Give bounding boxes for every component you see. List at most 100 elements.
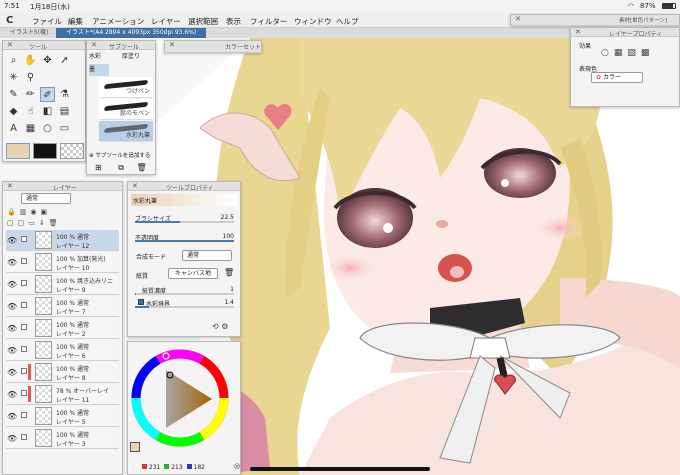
subtool-group-ink[interactable]: 墨 <box>89 64 109 76</box>
app-logo-icon[interactable]: C <box>6 15 13 26</box>
border-effect-icon[interactable]: ○ <box>601 48 614 58</box>
tone-effect-icon[interactable]: ▦ <box>614 48 628 58</box>
texture-effect-icon[interactable]: ▩ <box>641 48 655 58</box>
frame-icon[interactable]: ▦ <box>23 121 38 136</box>
new-vector-icon[interactable]: ▢ <box>18 219 29 227</box>
watercolor-edge-slider[interactable] <box>135 306 234 308</box>
menu-selection[interactable]: 選択範囲 <box>188 16 218 27</box>
menu-edit[interactable]: 編集 <box>68 16 83 27</box>
subtool-tab-watercolor[interactable]: 水彩 <box>89 51 121 63</box>
visibility-eye-icon[interactable]: 👁 <box>7 368 17 377</box>
operation-icon[interactable]: ➚ <box>57 53 72 68</box>
layer-lock-checkbox[interactable] <box>21 368 27 374</box>
delete-subtool-icon[interactable]: 🗑 <box>137 163 147 172</box>
reset-icon[interactable]: ⟲ <box>212 322 219 331</box>
new-layer-icon[interactable]: ▢ <box>7 219 18 227</box>
paper-texture-button[interactable]: キャンバス地 <box>168 268 218 279</box>
text-icon[interactable]: A <box>6 121 21 136</box>
move-icon[interactable]: ✥ <box>40 53 55 68</box>
gradient-icon[interactable]: ▤ <box>57 104 72 119</box>
visibility-eye-icon[interactable]: 👁 <box>7 280 17 289</box>
sub-color-swatch[interactable] <box>33 143 57 159</box>
display-color-select[interactable]: ✿ カラー <box>591 72 643 83</box>
layer-row[interactable]: 👁 100 % 通常 レイヤー 5 <box>6 406 119 427</box>
palette-icon[interactable]: ◎ <box>234 462 240 470</box>
visibility-eye-icon[interactable]: 👁 <box>7 390 17 399</box>
layer-row[interactable]: 👁 100 % 加算(発光) レイヤー 10 <box>6 252 119 273</box>
merge-icon[interactable]: ⇓ <box>39 219 49 227</box>
menu-window[interactable]: ウィンドウ <box>294 16 332 27</box>
layer-lock-checkbox[interactable] <box>21 346 27 352</box>
color-wheel[interactable] <box>128 342 242 454</box>
folder-icon[interactable]: ▭ <box>28 219 39 227</box>
brush-item-round[interactable]: 髭のモペン <box>99 99 153 120</box>
layer-blend-mode-select[interactable]: 通常 <box>21 193 71 204</box>
settings-icon[interactable]: ⚙ <box>221 322 228 331</box>
brush-icon[interactable]: ✐ <box>40 87 55 102</box>
opacity-row[interactable]: 不透明度 100 <box>132 231 236 242</box>
tab-illustration-active[interactable]: イラスト*(A4 2894 x 4093px 350dpi 93.6%) <box>56 28 206 38</box>
ruler-icon[interactable]: ▭ <box>57 121 72 136</box>
brush-size-slider[interactable] <box>135 221 234 223</box>
visibility-eye-icon[interactable]: 👁 <box>7 302 17 311</box>
layer-lock-checkbox[interactable] <box>21 434 27 440</box>
brush-size-row[interactable]: ブラシサイズ 22.5 <box>132 212 236 223</box>
layer-row[interactable]: 👁 100 % 通常 レイヤー 12 <box>6 230 119 251</box>
layer-lock-checkbox[interactable] <box>21 324 27 330</box>
transparent-color-swatch[interactable] <box>60 143 84 159</box>
menu-animation[interactable]: アニメーション <box>92 16 144 27</box>
layer-lock-checkbox[interactable] <box>21 258 27 264</box>
close-icon[interactable]: ✕ <box>575 28 581 36</box>
menu-layer[interactable]: レイヤー <box>151 16 181 27</box>
figure-icon[interactable]: ○ <box>40 121 55 136</box>
watercolor-edge-row[interactable]: 水彩境界 1.4 <box>132 297 236 308</box>
delete-layer-icon[interactable]: 🗑 <box>49 219 62 227</box>
layer-lock-checkbox[interactable] <box>21 302 27 308</box>
visibility-eye-icon[interactable]: 👁 <box>7 434 17 443</box>
layer-lock-checkbox[interactable] <box>21 390 27 396</box>
copy-subtool-icon[interactable]: ⧉ <box>118 163 124 172</box>
layer-row[interactable]: 👁 100 % 通常 レイヤー 2 <box>6 318 119 339</box>
menu-view[interactable]: 表示 <box>226 16 241 27</box>
layer-row[interactable]: 👁 100 % 焼き込みリニ レイヤー 9 <box>6 274 119 295</box>
menu-help[interactable]: ヘルプ <box>336 16 359 27</box>
close-icon[interactable]: ✕ <box>515 15 521 23</box>
menu-filter[interactable]: フィルター <box>250 16 287 27</box>
layer-row[interactable]: 👁 78 % オーバーレイ レイヤー 11 <box>6 384 119 405</box>
opacity-slider[interactable] <box>135 240 234 242</box>
brush-item-gpen[interactable]: つけペン <box>99 77 153 98</box>
paper-density-slider[interactable] <box>135 293 234 295</box>
layer-lock-checkbox[interactable] <box>21 412 27 418</box>
lock-icon[interactable]: 🔒 <box>7 208 20 216</box>
main-color-swatch[interactable] <box>6 143 30 159</box>
eraser-icon[interactable]: ◆ <box>6 104 21 119</box>
layer-lock-checkbox[interactable] <box>21 280 27 286</box>
add-subtool-button[interactable]: ⊕ サブツールを追加する <box>89 151 155 161</box>
close-icon[interactable]: ✕ <box>91 41 97 49</box>
new-subtool-icon[interactable]: ⊞ <box>95 163 102 172</box>
pen-icon[interactable]: ✎ <box>6 87 21 102</box>
select-icon[interactable]: ✳ <box>6 70 21 85</box>
clip-icon[interactable]: ▥ <box>20 208 31 216</box>
home-indicator[interactable] <box>250 467 430 471</box>
brush-item-watercolor[interactable]: 水彩丸筆 <box>99 121 153 142</box>
trash-icon[interactable]: 🗑 <box>224 268 234 277</box>
close-icon[interactable]: ✕ <box>7 182 13 190</box>
visibility-eye-icon[interactable]: 👁 <box>7 258 17 267</box>
eyedropper-icon[interactable]: ⚲ <box>23 70 38 85</box>
pencil-icon[interactable]: ✏ <box>23 87 38 102</box>
layer-row[interactable]: 👁 100 % 通常 レイヤー 3 <box>6 428 119 449</box>
blend-icon[interactable]: ☝ <box>23 104 38 119</box>
close-icon[interactable]: ✕ <box>132 182 138 190</box>
reference-icon[interactable]: ◉ <box>30 208 40 216</box>
visibility-eye-icon[interactable]: 👁 <box>7 412 17 421</box>
close-icon[interactable]: ✕ <box>169 41 175 49</box>
layer-row[interactable]: 👁 100 % 通常 レイヤー 8 <box>6 362 119 383</box>
paper-density-row[interactable]: 紙質濃度 1 <box>132 284 236 295</box>
tool-blend-mode-select[interactable]: 通常 <box>182 250 232 261</box>
visibility-eye-icon[interactable]: 👁 <box>7 236 17 245</box>
menu-file[interactable]: ファイル <box>32 16 62 27</box>
layer-lock-checkbox[interactable] <box>21 236 27 242</box>
fill-icon[interactable]: ◧ <box>40 104 55 119</box>
filter-effect-icon[interactable]: ▧ <box>627 48 641 58</box>
